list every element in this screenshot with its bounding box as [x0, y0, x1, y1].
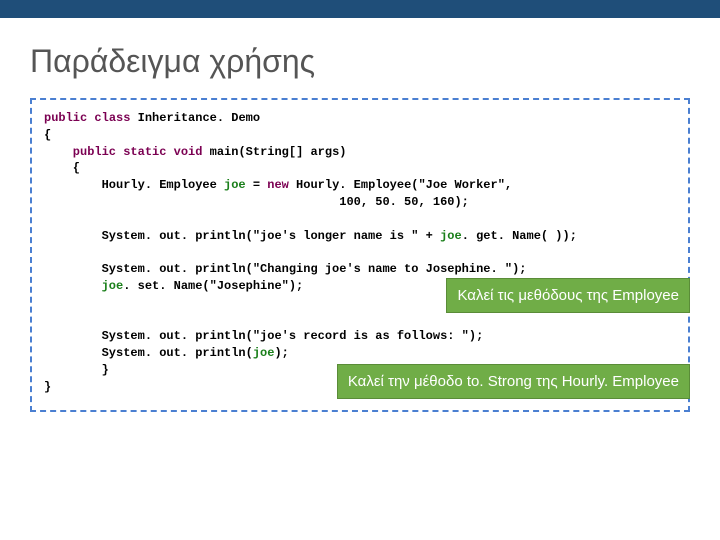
code-text: {: [44, 128, 51, 142]
callout-employee-methods: Καλεί τις μεθόδους της Employee: [446, 278, 690, 313]
code-kw: new: [267, 178, 289, 192]
code-text: =: [246, 178, 268, 192]
code-text: Hourly. Employee: [44, 178, 224, 192]
code-var: joe: [102, 279, 124, 293]
code-text: );: [274, 346, 288, 360]
code-kw: public: [44, 111, 87, 125]
code-var: joe: [440, 229, 462, 243]
code-text: . get. Name( ));: [462, 229, 577, 243]
code-text: [44, 279, 102, 293]
code-var: joe: [224, 178, 246, 192]
slide-body: Παράδειγμα χρήσης public class Inheritan…: [0, 18, 720, 432]
slide-title: Παράδειγμα χρήσης: [30, 43, 690, 80]
code-kw: static: [116, 145, 166, 159]
code-text: Hourly. Employee("Joe Worker",: [289, 178, 512, 192]
code-text: System. out. println("joe's longer name …: [44, 229, 440, 243]
code-text: Inheritance. Demo: [130, 111, 260, 125]
code-kw: void: [166, 145, 202, 159]
code-text: 100, 50. 50, 160);: [44, 195, 469, 209]
code-var: joe: [253, 346, 275, 360]
code-kw: class: [87, 111, 130, 125]
code-box: public class Inheritance. Demo { public …: [30, 98, 690, 412]
code-text: main(String[] args): [202, 145, 346, 159]
code-text: }: [44, 380, 51, 394]
top-bar: [0, 0, 720, 18]
code-text: . set. Name("Josephine");: [123, 279, 303, 293]
code-text: System. out. println("Changing joe's nam…: [44, 262, 526, 276]
code-kw: public: [44, 145, 116, 159]
code-text: {: [44, 161, 80, 175]
code-text: System. out. println(: [44, 346, 253, 360]
code-text: System. out. println("joe's record is as…: [44, 329, 483, 343]
callout-tostring-method: Καλεί την μέθοδο to. Strong της Hourly. …: [337, 364, 690, 399]
code-text: }: [44, 363, 109, 377]
